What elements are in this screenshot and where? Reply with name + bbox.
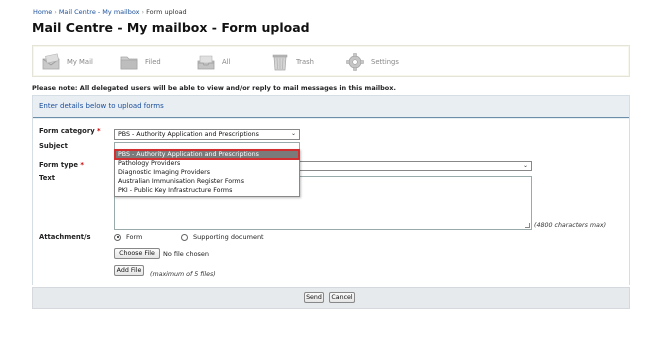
radio-form-option[interactable]: Form (114, 233, 142, 241)
radio-supporting-label: Supporting document (193, 233, 264, 241)
chevron-down-icon: ⌄ (290, 130, 296, 137)
toolbar-settings-label: Settings (371, 58, 399, 66)
inbox-tray-icon (196, 53, 216, 71)
dropdown-option-pki[interactable]: PKI - Public Key Infrastructure Forms (115, 186, 299, 195)
trash-icon (270, 53, 290, 71)
gear-icon (345, 53, 365, 71)
page-title: Mail Centre - My mailbox - Form upload (32, 20, 310, 35)
send-button[interactable]: Send (304, 292, 324, 303)
toolbar-trash-label: Trash (296, 58, 314, 66)
mail-icon (41, 53, 61, 71)
form-category-select[interactable]: PBS - Authority Application and Prescrip… (114, 129, 300, 140)
required-marker: * (80, 161, 84, 169)
form-category-label-text: Form category (39, 127, 95, 135)
breadcrumb-separator: › (141, 8, 145, 16)
required-marker: * (97, 127, 101, 135)
max-files-hint: (maximum of 5 files) (150, 271, 216, 278)
text-label: Text (39, 174, 55, 182)
form-category-label: Form category * (39, 127, 101, 135)
form-type-label: Form type * (39, 161, 84, 169)
choose-file-button[interactable]: Choose File (114, 248, 160, 259)
radio-form-label: Form (126, 233, 143, 241)
radio-supporting-option[interactable]: Supporting document (181, 233, 264, 241)
toolbar-settings-button[interactable]: Settings (345, 52, 399, 72)
mailbox-toolbar: My Mail Filed All Trash Settings (32, 45, 630, 77)
chevron-down-icon: ⌄ (522, 162, 528, 169)
resize-handle-icon[interactable] (525, 223, 530, 228)
toolbar-filed-label: Filed (145, 58, 161, 66)
form-category-dropdown-list: PBS - Authority Application and Prescrip… (114, 149, 300, 197)
character-limit-hint: (4800 characters max) (534, 222, 607, 229)
add-file-button[interactable]: Add File (114, 265, 144, 276)
subject-label: Subject (39, 142, 68, 150)
radio-form-input[interactable] (114, 233, 121, 241)
dropdown-option-diagnostic-imaging[interactable]: Diagnostic Imaging Providers (115, 168, 299, 177)
radio-supporting-input[interactable] (181, 233, 188, 241)
toolbar-filed-button[interactable]: Filed (119, 52, 161, 72)
dropdown-option-pathology[interactable]: Pathology Providers (115, 159, 299, 168)
form-panel-header: Enter details below to upload forms (33, 96, 629, 118)
breadcrumb: Home › Mail Centre - My mailbox › Form uploa… (33, 8, 187, 16)
attachments-label: Attachment/s (39, 233, 91, 241)
toolbar-my-mail-button[interactable]: My Mail (41, 52, 93, 72)
dropdown-option-immunisation[interactable]: Australian Immunisation Register Forms (115, 177, 299, 186)
delegated-users-notice: Please note: All delegated users will be… (32, 84, 396, 92)
toolbar-trash-button[interactable]: Trash (270, 52, 314, 72)
dropdown-option-pbs[interactable]: PBS - Authority Application and Prescrip… (114, 149, 300, 160)
file-chosen-status: No file chosen (163, 250, 210, 258)
breadcrumb-current: Form upload (146, 8, 187, 16)
cancel-button[interactable]: Cancel (329, 292, 355, 303)
toolbar-my-mail-label: My Mail (67, 58, 93, 66)
breadcrumb-mail-centre-link[interactable]: Mail Centre - My mailbox (59, 8, 140, 16)
form-type-label-text: Form type (39, 161, 78, 169)
breadcrumb-home-link[interactable]: Home (33, 8, 52, 16)
breadcrumb-separator: › (54, 8, 57, 16)
toolbar-all-label: All (222, 58, 231, 66)
folder-icon (119, 53, 139, 71)
form-category-selected-value: PBS - Authority Application and Prescrip… (118, 131, 259, 138)
toolbar-all-button[interactable]: All (196, 52, 230, 72)
